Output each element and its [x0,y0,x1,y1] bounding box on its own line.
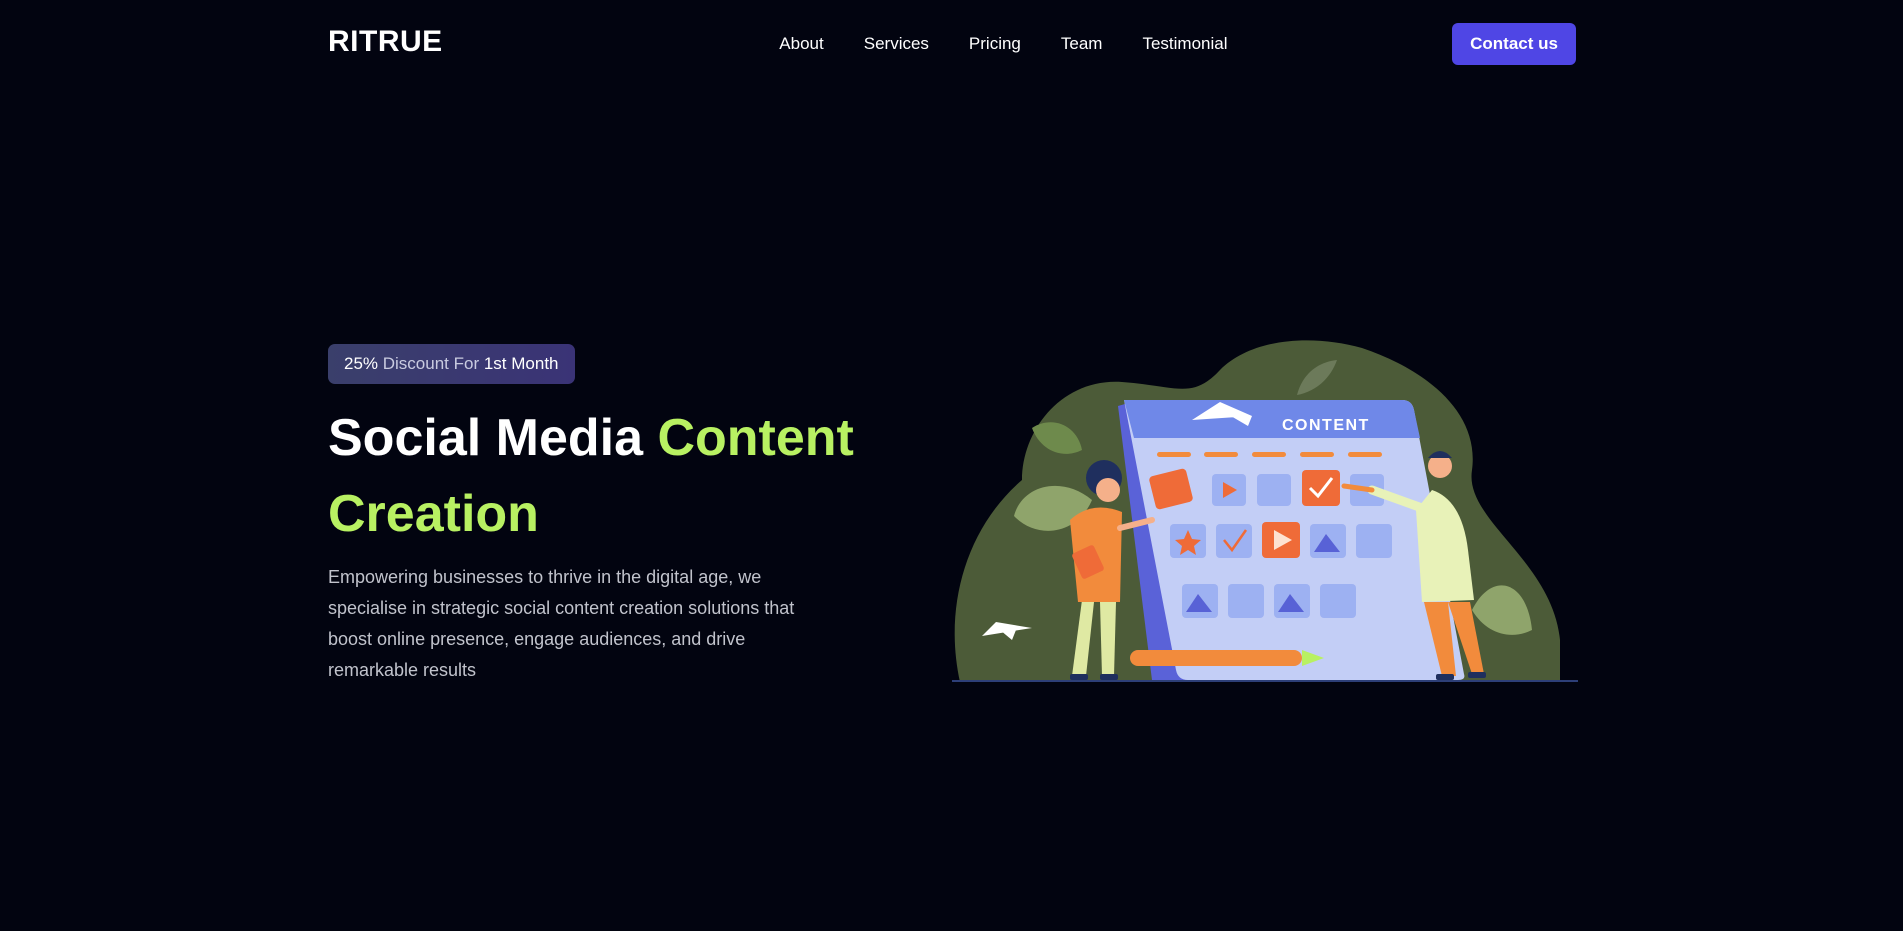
badge-middle: Discount For [378,354,484,373]
site-header: RITRUE About Services Pricing Team Testi… [328,0,1576,88]
discount-badge: 25% Discount For 1st Month [328,344,575,384]
hero-description: Empowering businesses to thrive in the d… [328,567,795,680]
nav-pricing[interactable]: Pricing [969,34,1021,54]
content-calendar-illustration: CONTENT [952,340,1578,682]
board-label: CONTENT [1282,417,1370,434]
hero-title: Social Media Content Creation [328,400,888,552]
hero-title-main: Social Media [328,409,658,467]
hero-section: 25% Discount For 1st Month Social Media … [328,340,1578,684]
tiles-row-2 [1170,522,1392,558]
page-container: RITRUE About Services Pricing Team Testi… [328,0,1578,682]
badge-percent: 25% [344,354,379,373]
main-nav: About Services Pricing Team Testimonial [779,34,1227,54]
nav-team[interactable]: Team [1061,34,1103,54]
logo[interactable]: RITRUE [328,25,443,59]
contact-button[interactable]: Contact us [1452,23,1576,65]
badge-end: 1st Month [483,354,559,373]
nav-services[interactable]: Services [864,34,929,54]
nav-about[interactable]: About [779,34,823,54]
board-header [1124,400,1420,438]
nav-testimonial[interactable]: Testimonial [1142,34,1227,54]
pencil-icon [1130,650,1324,666]
